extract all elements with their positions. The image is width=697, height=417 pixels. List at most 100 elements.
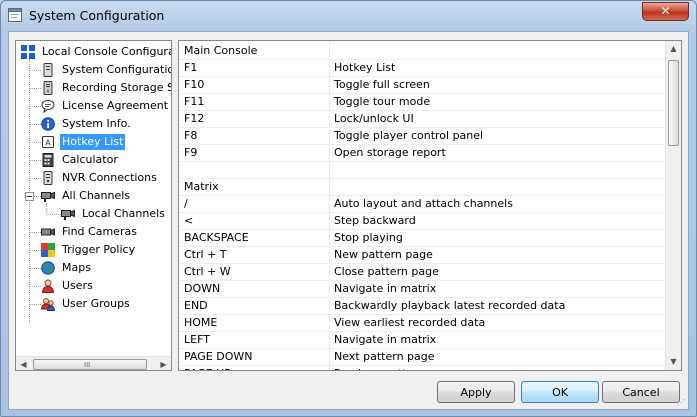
- hotkey-key: F1: [184, 61, 198, 74]
- scroll-up-icon[interactable]: ▲: [666, 41, 681, 57]
- hotkey-key: F8: [184, 129, 198, 142]
- camera-icon: [41, 191, 55, 202]
- hotkey-row[interactable]: < Step backward: [179, 213, 664, 230]
- tree-connector: [30, 160, 41, 161]
- tree-item-label: Calculator: [62, 153, 118, 166]
- tree-item-label: System Info.: [62, 117, 131, 130]
- cancel-button[interactable]: Cancel: [602, 381, 680, 403]
- scroll-right-icon[interactable]: ▶: [156, 357, 171, 370]
- hotkey-table[interactable]: Main Console F1 Hotkey List F10 Toggle full …: [178, 40, 682, 371]
- hotkey-key: Ctrl + W: [184, 265, 231, 278]
- title-bar[interactable]: System Configuration ✕: [1, 1, 696, 31]
- tree-connector: [47, 214, 61, 215]
- tree-connector: [46, 203, 47, 213]
- hotkey-key: Matrix: [184, 180, 219, 193]
- hotkey-key: F11: [184, 95, 205, 108]
- hotkey-key: /: [184, 197, 188, 210]
- hotkey-action: Close pattern page: [334, 265, 439, 278]
- tree-item-label: All Channels: [62, 189, 131, 202]
- tree-connector: [30, 178, 41, 179]
- tree-connector: [30, 142, 41, 143]
- license-icon: [41, 100, 55, 113]
- hotkey-row[interactable]: F9 Open storage report: [179, 145, 664, 162]
- hotkey-row[interactable]: END Backwardly playback latest recorded d…: [179, 298, 664, 315]
- hotkey-row[interactable]: BACKSPACE Stop playing: [179, 230, 664, 247]
- hotkey-key: <: [184, 214, 194, 227]
- hotkey-key: F9: [184, 146, 198, 159]
- storage-icon: [43, 81, 53, 95]
- close-icon: ✕: [660, 4, 671, 18]
- hotkey-icon: A: [42, 136, 54, 148]
- hotkey-row[interactable]: DOWN Navigate in matrix: [179, 281, 664, 298]
- hotkey-row[interactable]: F12 Lock/unlock UI: [179, 111, 664, 128]
- scrollbar-grip: III: [84, 361, 91, 369]
- tree-item-label: Find Cameras: [62, 225, 137, 238]
- apply-button[interactable]: Apply: [437, 381, 515, 403]
- scroll-down-icon[interactable]: ▼: [666, 354, 681, 370]
- hotkey-action: Toggle full screen: [334, 78, 430, 91]
- hotkey-row[interactable]: F10 Toggle full screen: [179, 77, 664, 94]
- tree-item-label: NVR Connections: [62, 171, 157, 184]
- nvr-icon: [43, 171, 53, 185]
- tree-horizontal-scrollbar[interactable]: ◀ III ▶: [16, 356, 171, 370]
- hotkey-row[interactable]: F8 Toggle player control panel: [179, 128, 664, 145]
- tree-item-label: Recording Storage Settings: [62, 81, 171, 94]
- hotkey-key: BACKSPACE: [184, 231, 249, 244]
- dialog-body: Local Console Configuration System Config…: [8, 31, 689, 410]
- tree-connector: [30, 250, 41, 251]
- settings-tree[interactable]: Local Console Configuration System Config…: [15, 40, 172, 371]
- hotkey-row[interactable]: PAGE DOWN Next pattern page: [179, 349, 664, 366]
- hotkey-action: Auto layout and attach channels: [334, 197, 513, 210]
- hotkey-row[interactable]: [179, 162, 664, 179]
- user-group-icon: [41, 298, 55, 311]
- user-icon: [41, 279, 55, 293]
- tree-item-label: Hotkey List: [60, 134, 126, 150]
- hotkey-row[interactable]: / Auto layout and attach channels: [179, 196, 664, 213]
- hotkey-action: Open storage report: [334, 146, 446, 159]
- hotkey-row[interactable]: Ctrl + T New pattern page: [179, 247, 664, 264]
- hotkey-action: View earliest recorded data: [334, 316, 486, 329]
- close-button[interactable]: ✕: [642, 2, 689, 21]
- hotkey-action: Navigate in matrix: [334, 333, 437, 346]
- table-vertical-scrollbar[interactable]: ▲ ▼: [665, 41, 681, 370]
- resize-grip-icon[interactable]: ⋰: [677, 398, 687, 408]
- scrollbar-thumb[interactable]: [668, 60, 679, 146]
- hotkey-row[interactable]: Ctrl + W Close pattern page: [179, 264, 664, 281]
- hotkey-key: F12: [184, 112, 205, 125]
- hotkey-key: PAGE UP: [184, 366, 329, 370]
- tree-item-label: License Agreement: [62, 99, 169, 112]
- tree-connector: [30, 304, 41, 305]
- hotkey-action: Next pattern page: [334, 350, 435, 363]
- hotkey-row[interactable]: PAGE UP Previous pattern page: [179, 366, 664, 370]
- hotkey-key: LEFT: [184, 333, 210, 346]
- scrollbar-thumb[interactable]: III: [33, 359, 147, 370]
- hotkey-row[interactable]: Main Console: [179, 43, 664, 60]
- app-window-icon: [8, 8, 22, 22]
- tree-connector: [30, 70, 41, 71]
- svg-text:A: A: [45, 139, 51, 148]
- hotkey-row[interactable]: LEFT Navigate in matrix: [179, 332, 664, 349]
- tree-item-label: Maps: [62, 261, 91, 274]
- hotkey-row[interactable]: Matrix: [179, 179, 664, 196]
- scroll-left-icon[interactable]: ◀: [16, 357, 31, 370]
- hotkey-key: DOWN: [184, 282, 221, 295]
- hotkey-row[interactable]: HOME View earliest recorded data: [179, 315, 664, 332]
- tree-connector: [30, 232, 41, 233]
- find-camera-icon: [41, 228, 55, 236]
- tree-connector: [29, 59, 30, 323]
- hotkey-key: Ctrl + T: [184, 248, 227, 261]
- hotkey-row[interactable]: F11 Toggle tour mode: [179, 94, 664, 111]
- hotkey-key: Main Console: [184, 44, 258, 57]
- hotkey-key: HOME: [184, 316, 218, 329]
- hotkey-action: Navigate in matrix: [334, 282, 437, 295]
- local-console-icon: [21, 45, 35, 59]
- tree-connector: [30, 106, 41, 107]
- hotkey-key: PAGE DOWN: [184, 350, 253, 363]
- tree-item-label: Trigger Policy: [62, 243, 136, 256]
- hotkey-action: Step backward: [334, 214, 416, 227]
- hotkey-row[interactable]: F1 Hotkey List: [179, 60, 664, 77]
- ok-button[interactable]: OK: [521, 381, 599, 403]
- hotkey-key: F10: [184, 78, 205, 91]
- tree-item-label: Local Channels: [82, 207, 165, 220]
- collapse-toggle-icon[interactable]: [25, 192, 34, 201]
